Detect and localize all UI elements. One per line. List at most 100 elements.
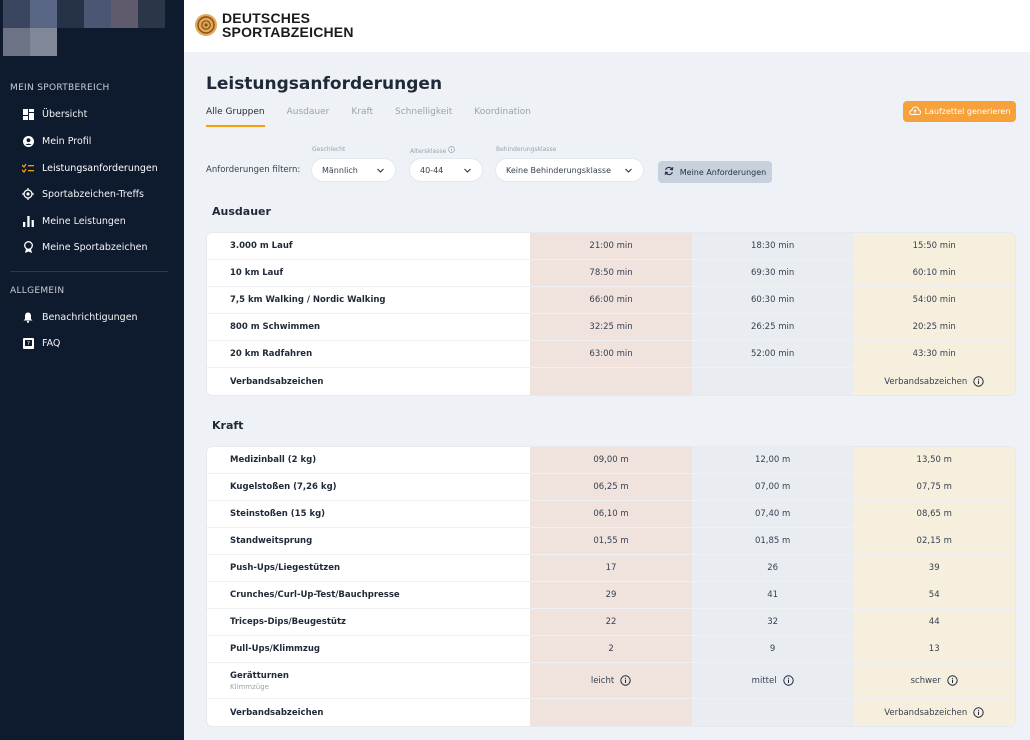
sidebar-section-allgemein: ALLGEMEIN bbox=[10, 286, 65, 296]
main-content: Leistungsanforderungen Alle Gruppen Ausd… bbox=[184, 52, 1030, 740]
bronze-value bbox=[530, 368, 692, 395]
table-row: Push-Ups/Liegestützen 17 26 39 bbox=[207, 555, 1015, 582]
discipline-name: Standweitsprung bbox=[230, 536, 313, 546]
ausdauer-table: 3.000 m Lauf 21:00 min 18:30 min 15:50 m… bbox=[206, 232, 1016, 396]
bronze-value: 17 bbox=[530, 555, 692, 581]
gold-value-text: Verbandsabzeichen bbox=[884, 376, 968, 387]
tab-kraft[interactable]: Kraft bbox=[351, 107, 373, 127]
discipline-name: Steinstoßen (15 kg) bbox=[230, 509, 326, 519]
bronze-value: 21:00 min bbox=[530, 233, 692, 259]
discipline-name: Gerätturnen Klimmzüge bbox=[207, 663, 530, 698]
bell-icon bbox=[22, 311, 34, 323]
silver-value bbox=[691, 368, 854, 395]
silver-value: 9 bbox=[691, 636, 854, 662]
gold-value: 20:25 min bbox=[853, 314, 1015, 340]
info-icon[interactable] bbox=[448, 146, 455, 155]
logo-line-1: DEUTSCHES bbox=[222, 10, 311, 26]
age-caption-text: Altersklasse bbox=[410, 148, 447, 155]
info-icon[interactable] bbox=[973, 707, 984, 718]
my-requirements-button[interactable]: Meine Anforderungen bbox=[658, 161, 772, 183]
faq-book-icon: ? bbox=[22, 337, 34, 349]
chevron-down-icon bbox=[376, 166, 385, 177]
sidebar-item-faq[interactable]: ? FAQ bbox=[22, 333, 60, 353]
sidebar-item-meine-leistungen[interactable]: Meine Leistungen bbox=[22, 211, 126, 231]
sidebar-item-sportabzeichen-treffs[interactable]: Sportabzeichen-Treffs bbox=[22, 184, 144, 204]
discipline-name: 3.000 m Lauf bbox=[230, 241, 293, 251]
gold-value: 54 bbox=[853, 582, 1015, 608]
discipline-name: Verbandsabzeichen bbox=[230, 376, 324, 387]
bar-chart-icon bbox=[22, 215, 34, 227]
info-icon[interactable] bbox=[947, 675, 958, 686]
table-row: Verbandsabzeichen Verbandsabzeichen bbox=[207, 368, 1015, 395]
discipline-name-text: Gerätturnen bbox=[230, 670, 289, 681]
sidebar-item-benachrichtigungen[interactable]: Benachrichtigungen bbox=[22, 307, 138, 327]
sidebar-item-label: Mein Profil bbox=[42, 135, 92, 147]
svg-text:?: ? bbox=[27, 341, 30, 347]
age-class-select[interactable]: 40-44 bbox=[409, 158, 483, 182]
sidebar-item-mein-profil[interactable]: Mein Profil bbox=[22, 131, 91, 151]
sidebar-item-label: Meine Leistungen bbox=[42, 215, 126, 227]
discipline-name: 7,5 km Walking / Nordic Walking bbox=[230, 295, 386, 305]
avatar[interactable] bbox=[3, 0, 167, 56]
bronze-value: 01,55 m bbox=[530, 528, 692, 554]
generate-laufzettel-button[interactable]: Laufzettel generieren bbox=[903, 101, 1016, 122]
sidebar-item-label: Sportabzeichen-Treffs bbox=[42, 188, 144, 200]
info-icon[interactable] bbox=[782, 675, 794, 686]
sidebar: MEIN SPORTBEREICH Übersicht Mein Profil … bbox=[0, 0, 184, 740]
tab-ausdauer[interactable]: Ausdauer bbox=[287, 107, 330, 127]
silver-value: 07,40 m bbox=[691, 501, 854, 527]
gender-caption: Geschlecht bbox=[312, 146, 346, 153]
table-row: 3.000 m Lauf 21:00 min 18:30 min 15:50 m… bbox=[207, 233, 1015, 260]
discipline-name: 20 km Radfahren bbox=[230, 349, 313, 359]
table-row: Gerätturnen Klimmzüge leicht mittel schw… bbox=[207, 663, 1015, 699]
tab-alle-gruppen[interactable]: Alle Gruppen bbox=[206, 107, 265, 127]
requirements-icon bbox=[22, 162, 34, 174]
tab-schnelligkeit[interactable]: Schnelligkeit bbox=[395, 107, 452, 127]
gold-value: 02,15 m bbox=[853, 528, 1015, 554]
filter-label: Anforderungen filtern: bbox=[206, 165, 301, 175]
bronze-value: 06,25 m bbox=[530, 474, 692, 500]
page-title: Leistungsanforderungen bbox=[206, 74, 443, 94]
logo-line-2: SPORTABZEICHEN bbox=[222, 24, 354, 40]
gold-value: Verbandsabzeichen bbox=[853, 699, 1015, 726]
gold-value: 44 bbox=[853, 609, 1015, 635]
info-icon[interactable] bbox=[620, 675, 631, 686]
gold-value: 43:30 min bbox=[853, 341, 1015, 367]
gold-value-text: schwer bbox=[910, 675, 941, 686]
gold-value: 54:00 min bbox=[853, 287, 1015, 313]
info-icon[interactable] bbox=[973, 376, 984, 387]
section-title-ausdauer: Ausdauer bbox=[212, 205, 271, 218]
table-row: 800 m Schwimmen 32:25 min 26:25 min 20:2… bbox=[207, 314, 1015, 341]
discipline-name: Verbandsabzeichen bbox=[230, 707, 324, 718]
age-caption: Altersklasse bbox=[410, 146, 455, 155]
silver-value: 01,85 m bbox=[691, 528, 854, 554]
table-row: Standweitsprung 01,55 m 01,85 m 02,15 m bbox=[207, 528, 1015, 555]
table-row: Pull-Ups/Klimmzug 2 9 13 bbox=[207, 636, 1015, 663]
my-requirements-label: Meine Anforderungen bbox=[679, 167, 767, 177]
discipline-subtitle: Klimmzüge bbox=[230, 682, 269, 691]
bronze-value: 32:25 min bbox=[530, 314, 692, 340]
silver-value: 07,00 m bbox=[691, 474, 854, 500]
tab-koordination[interactable]: Koordination bbox=[474, 107, 531, 127]
sidebar-item-meine-sportabzeichen[interactable]: Meine Sportabzeichen bbox=[22, 237, 148, 257]
table-row: 7,5 km Walking / Nordic Walking 66:00 mi… bbox=[207, 287, 1015, 314]
bronze-value: 09,00 m bbox=[530, 447, 692, 473]
discipline-name: Crunches/Curl-Up-Test/Bauchpresse bbox=[230, 590, 400, 600]
dashboard-icon bbox=[22, 108, 34, 120]
chevron-down-icon bbox=[463, 166, 472, 177]
disability-class-select[interactable]: Keine Behinderungsklasse bbox=[495, 158, 644, 182]
table-row: Verbandsabzeichen Verbandsabzeichen bbox=[207, 699, 1015, 726]
gold-value: 15:50 min bbox=[853, 233, 1015, 259]
disability-class-value: Keine Behinderungsklasse bbox=[506, 165, 611, 175]
bronze-value: 63:00 min bbox=[530, 341, 692, 367]
gender-select[interactable]: Männlich bbox=[311, 158, 396, 182]
logo[interactable]: DEUTSCHES SPORTABZEICHEN bbox=[194, 11, 354, 39]
sidebar-item-uebersicht[interactable]: Übersicht bbox=[22, 104, 87, 124]
gold-value: 60:10 min bbox=[853, 260, 1015, 286]
generate-laufzettel-label: Laufzettel generieren bbox=[924, 107, 1011, 116]
disability-caption: Behinderungsklasse bbox=[496, 146, 557, 153]
bronze-value: 29 bbox=[530, 582, 692, 608]
gold-value: schwer bbox=[853, 663, 1015, 698]
sidebar-item-leistungsanforderungen[interactable]: Leistungsanforderungen bbox=[22, 158, 158, 178]
discipline-name: Kugelstoßen (7,26 kg) bbox=[230, 482, 337, 492]
